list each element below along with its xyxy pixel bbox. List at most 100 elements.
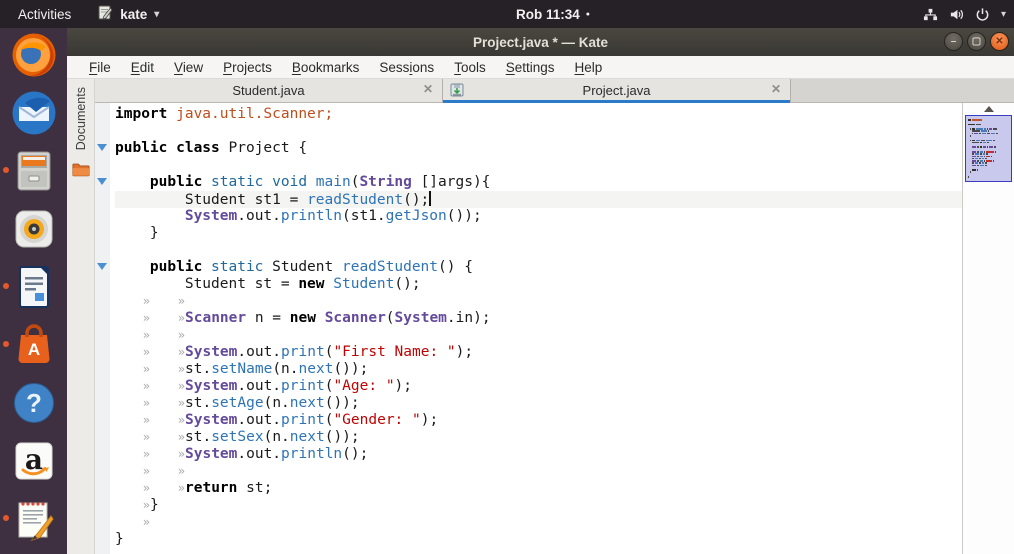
- tab-whitespace-marker: »: [177, 481, 185, 495]
- tab-student-java[interactable]: Student.java ✕: [95, 79, 443, 102]
- code-line[interactable]: » »st.setName(n.next());: [115, 361, 962, 378]
- dock-item-firefox[interactable]: [10, 31, 58, 79]
- code-line[interactable]: » »System.out.print("First Name: ");: [115, 344, 962, 361]
- dock-item-rhythmbox[interactable]: [10, 205, 58, 253]
- screen: Activities kate ▾ Rob 11:34 ● ▾ A? a Pro…: [0, 0, 1014, 554]
- tab-whitespace-marker: »: [177, 328, 185, 342]
- code-line[interactable]: [115, 157, 962, 174]
- tab-whitespace-marker: »: [142, 413, 150, 427]
- dock-item-text-editor[interactable]: [2, 495, 58, 543]
- amazon-icon: a: [10, 437, 58, 485]
- activities-button[interactable]: Activities: [18, 7, 71, 22]
- tab-close-icon[interactable]: ✕: [771, 82, 781, 96]
- svg-text:?: ?: [26, 388, 42, 418]
- ubuntu-software-icon: A: [10, 321, 58, 369]
- menu-edit[interactable]: Edit: [121, 60, 164, 75]
- tab-label: Student.java: [232, 83, 305, 98]
- tab-whitespace-marker: »: [142, 498, 150, 512]
- tab-whitespace-marker: »: [142, 396, 150, 410]
- svg-text:A: A: [27, 340, 39, 359]
- code-line[interactable]: »: [115, 514, 962, 531]
- code-line[interactable]: » »System.out.println();: [115, 446, 962, 463]
- tab-whitespace-marker: »: [177, 430, 185, 444]
- close-button[interactable]: ✕: [990, 32, 1009, 51]
- system-tray[interactable]: ▾: [923, 0, 1006, 28]
- tab-whitespace-marker: »: [142, 515, 150, 529]
- tab-whitespace-marker: »: [177, 311, 185, 325]
- dock-item-files[interactable]: [2, 147, 58, 195]
- dock-item-help[interactable]: ?: [10, 379, 58, 427]
- code-line[interactable]: }: [115, 531, 962, 548]
- code-line[interactable]: System.out.println(st1.getJson());: [115, 208, 962, 225]
- fold-arrow-icon[interactable]: [97, 144, 107, 151]
- fold-gutter[interactable]: [95, 103, 110, 554]
- code-line[interactable]: »»: [115, 293, 962, 310]
- menu-help[interactable]: Help: [565, 60, 613, 75]
- code-line[interactable]: »}: [115, 497, 962, 514]
- fold-arrow-icon[interactable]: [97, 263, 107, 270]
- code-line[interactable]: » »st.setSex(n.next());: [115, 429, 962, 446]
- minimize-button[interactable]: –: [944, 32, 963, 51]
- dock-item-ubuntu-software[interactable]: A: [2, 321, 58, 369]
- tab-whitespace-marker: »: [177, 413, 185, 427]
- tab-whitespace-marker: »: [142, 447, 150, 461]
- code-line[interactable]: » »return st;: [115, 480, 962, 497]
- help-icon: ?: [10, 379, 58, 427]
- tab-project-java[interactable]: Project.java ✕: [443, 79, 791, 103]
- code-line[interactable]: »»: [115, 463, 962, 480]
- app-menu[interactable]: kate ▾: [97, 5, 159, 24]
- current-code-line[interactable]: Student st1 = readStudent();: [115, 191, 962, 208]
- code-line[interactable]: [115, 123, 962, 140]
- app-menu-label: kate: [120, 6, 148, 22]
- menu-file[interactable]: File: [79, 60, 121, 75]
- dock-item-amazon[interactable]: a: [10, 437, 58, 485]
- code-line[interactable]: public static void main(String []args){: [115, 174, 962, 191]
- network-icon: [923, 7, 938, 22]
- code-line[interactable]: » »st.setAge(n.next());: [115, 395, 962, 412]
- scroll-up-arrow-icon[interactable]: [983, 106, 994, 112]
- code-line[interactable]: »»: [115, 327, 962, 344]
- tab-whitespace-marker: »: [142, 362, 150, 376]
- text-editor-icon: [10, 495, 58, 543]
- menu-settings[interactable]: Settings: [496, 60, 565, 75]
- projects-folder-icon[interactable]: [71, 162, 90, 182]
- clock[interactable]: Rob 11:34 ●: [516, 0, 590, 28]
- code-line[interactable]: Student st = new Student();: [115, 276, 962, 293]
- menu-view[interactable]: View: [164, 60, 213, 75]
- fold-arrow-icon[interactable]: [97, 178, 107, 185]
- tab-bar: Student.java ✕ Project.java ✕: [95, 79, 1014, 103]
- tab-whitespace-marker: »: [142, 481, 150, 495]
- power-icon: [975, 7, 990, 22]
- tab-whitespace-marker: »: [142, 311, 150, 325]
- tab-close-icon[interactable]: ✕: [423, 82, 433, 96]
- code-line[interactable]: [115, 242, 962, 259]
- tab-whitespace-marker: »: [177, 396, 185, 410]
- code-editor[interactable]: import java.util.Scanner; public class Pr…: [95, 103, 962, 554]
- document-minimap[interactable]: [965, 115, 1012, 183]
- menu-bookmarks[interactable]: Bookmarks: [282, 60, 370, 75]
- gnome-top-bar: Activities kate ▾ Rob 11:34 ● ▾: [0, 0, 1014, 28]
- text-caret: [429, 191, 432, 206]
- code-line[interactable]: import java.util.Scanner;: [115, 106, 962, 123]
- maximize-button[interactable]: ▢: [967, 32, 986, 51]
- code-line[interactable]: » »Scanner n = new Scanner(System.in);: [115, 310, 962, 327]
- menu-projects[interactable]: Projects: [213, 60, 282, 75]
- firefox-icon: [10, 31, 58, 79]
- menu-sessions[interactable]: Sessions: [369, 60, 444, 75]
- code-line[interactable]: » »System.out.print("Age: ");: [115, 378, 962, 395]
- documents-toolview-button[interactable]: Documents: [74, 87, 88, 150]
- tray-chevron-icon: ▾: [1000, 8, 1006, 20]
- code-line[interactable]: public class Project {: [115, 140, 962, 157]
- code-line[interactable]: public static Student readStudent() {: [115, 259, 962, 276]
- tab-whitespace-marker: »: [177, 447, 185, 461]
- dock-item-thunderbird[interactable]: [10, 89, 58, 137]
- title-bar[interactable]: Project.java * — Kate – ▢ ✕: [67, 28, 1014, 56]
- dock-item-libreoffice-writer[interactable]: [2, 263, 58, 311]
- menu-tools[interactable]: Tools: [444, 60, 496, 75]
- volume-icon: [949, 7, 964, 22]
- scrollbar-column[interactable]: [962, 103, 1014, 554]
- code-line[interactable]: }: [115, 225, 962, 242]
- chevron-down-icon: ▾: [154, 8, 160, 20]
- code-line[interactable]: » »System.out.print("Gender: ");: [115, 412, 962, 429]
- code-area[interactable]: import java.util.Scanner; public class Pr…: [110, 103, 962, 554]
